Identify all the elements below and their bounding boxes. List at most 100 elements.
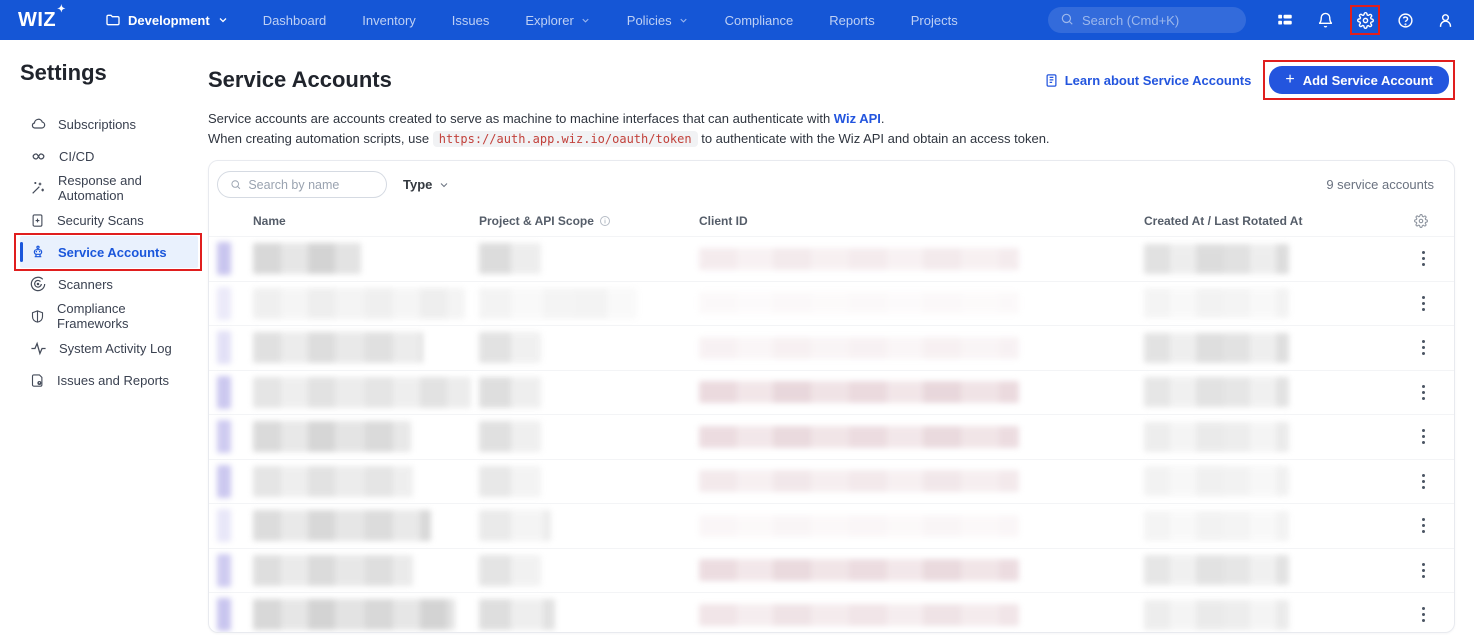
redacted-name [253,599,455,630]
table-header-row: Name Project & API Scope Client ID Creat… [209,206,1454,236]
help-icon[interactable] [1390,5,1420,35]
notifications-bell-icon[interactable] [1310,5,1340,35]
chevron-down-icon [678,15,689,26]
project-switcher[interactable]: Development [105,12,229,28]
row-actions-kebab-icon[interactable] [1414,251,1432,266]
table-search[interactable] [217,171,387,198]
global-search-input[interactable] [1082,13,1234,28]
row-actions-kebab-icon[interactable] [1414,474,1432,489]
redacted-created-at [1144,377,1289,407]
sidebar-item-security-scans[interactable]: Security Scans [20,204,198,236]
page-title: Service Accounts [208,67,392,93]
sidebar-item-subscriptions[interactable]: Subscriptions [20,108,198,140]
row-actions-kebab-icon[interactable] [1414,563,1432,578]
top-navigation-bar: WIZ✦ Development Dashboard Inventory Iss… [0,0,1474,40]
shield-icon [30,309,45,324]
table-body [209,236,1454,633]
redacted-name [253,377,471,408]
plus-icon: + [1285,72,1294,88]
settings-sidebar: Settings Subscriptions CI/CD Response an… [0,40,208,633]
redacted-client-id [699,426,1019,448]
row-actions-kebab-icon[interactable] [1414,429,1432,444]
sidebar-item-label: Service Accounts [58,245,167,260]
nav-item-dashboard[interactable]: Dashboard [263,13,327,28]
sidebar-item-system-activity-log[interactable]: System Activity Log [20,332,198,364]
table-row [209,370,1454,415]
redacted-scope [479,288,637,319]
redacted-scope [479,466,541,497]
row-actions-kebab-icon[interactable] [1414,607,1432,622]
redacted-name [253,466,413,497]
redacted-client-id [699,515,1019,537]
table-row [209,459,1454,504]
column-header-client-id: Client ID [699,214,1144,228]
sidebar-item-label: Response and Automation [58,173,198,203]
table-row [209,503,1454,548]
redacted-created-at [1144,555,1289,585]
sidebar-item-scanners[interactable]: Scanners [20,268,198,300]
add-service-account-button[interactable]: + Add Service Account [1269,66,1449,94]
sidebar-title: Settings [20,60,208,86]
row-actions-kebab-icon[interactable] [1414,296,1432,311]
sidebar-item-label: CI/CD [59,149,94,164]
nav-item-policies[interactable]: Policies [627,13,689,28]
wiz-api-link[interactable]: Wiz API [834,111,881,126]
table-row [209,281,1454,326]
nav-item-issues[interactable]: Issues [452,13,490,28]
sidebar-item-response-automation[interactable]: Response and Automation [20,172,198,204]
nav-item-compliance[interactable]: Compliance [725,13,794,28]
redacted-client-id [699,381,1019,403]
radar-icon [30,276,46,292]
redacted-scope [479,243,541,274]
oauth-token-url-code: https://auth.app.wiz.io/oauth/token [433,131,698,147]
table-search-input[interactable] [248,178,374,192]
redacted-created-at [1144,511,1289,541]
row-actions-kebab-icon[interactable] [1414,385,1432,400]
nav-item-projects[interactable]: Projects [911,13,958,28]
redacted-name [253,288,465,319]
redacted-scope [479,332,541,363]
global-search[interactable] [1048,7,1246,33]
type-filter-dropdown[interactable]: Type [403,177,450,192]
chevron-down-icon [580,15,591,26]
redacted-name [253,332,423,363]
learn-about-service-accounts-link[interactable]: Learn about Service Accounts [1044,73,1252,88]
user-icon[interactable] [1430,5,1460,35]
chevron-down-icon [438,179,450,191]
sidebar-item-cicd[interactable]: CI/CD [20,140,198,172]
sidebar-item-label: System Activity Log [59,341,172,356]
sidebar-item-label: Scanners [58,277,113,292]
redacted-avatar [217,331,231,364]
service-accounts-count: 9 service accounts [1326,177,1434,192]
table-settings-gear-icon[interactable] [1414,214,1454,228]
row-actions-kebab-icon[interactable] [1414,340,1432,355]
row-actions-kebab-icon[interactable] [1414,518,1432,533]
redacted-name [253,555,413,586]
wiz-logo[interactable]: WIZ✦ [18,9,65,32]
settings-gear-icon[interactable] [1350,5,1380,35]
annotation-box-add-button: + Add Service Account [1263,60,1455,100]
redacted-client-id [699,604,1019,626]
redacted-avatar [217,376,231,409]
redacted-avatar [217,242,231,275]
sidebar-item-compliance-frameworks[interactable]: Compliance Frameworks [20,300,198,332]
nav-item-reports[interactable]: Reports [829,13,875,28]
redacted-created-at [1144,422,1289,452]
robot-icon [30,244,46,260]
search-icon [1060,12,1074,29]
sidebar-item-service-accounts[interactable]: Service Accounts [20,236,198,268]
redacted-name [253,421,411,452]
redacted-name [253,243,361,274]
nav-item-inventory[interactable]: Inventory [362,13,415,28]
scan-document-icon [30,213,45,228]
chevron-down-icon [217,14,229,26]
table-row [209,414,1454,459]
redacted-created-at [1144,466,1289,496]
sidebar-item-issues-and-reports[interactable]: Issues and Reports [20,364,198,396]
main-content: Service Accounts Learn about Service Acc… [208,40,1474,633]
redacted-scope [479,510,551,541]
search-icon [230,178,241,191]
sidebar-item-label: Subscriptions [58,117,136,132]
nav-item-explorer[interactable]: Explorer [525,13,590,28]
list-icon[interactable] [1270,5,1300,35]
